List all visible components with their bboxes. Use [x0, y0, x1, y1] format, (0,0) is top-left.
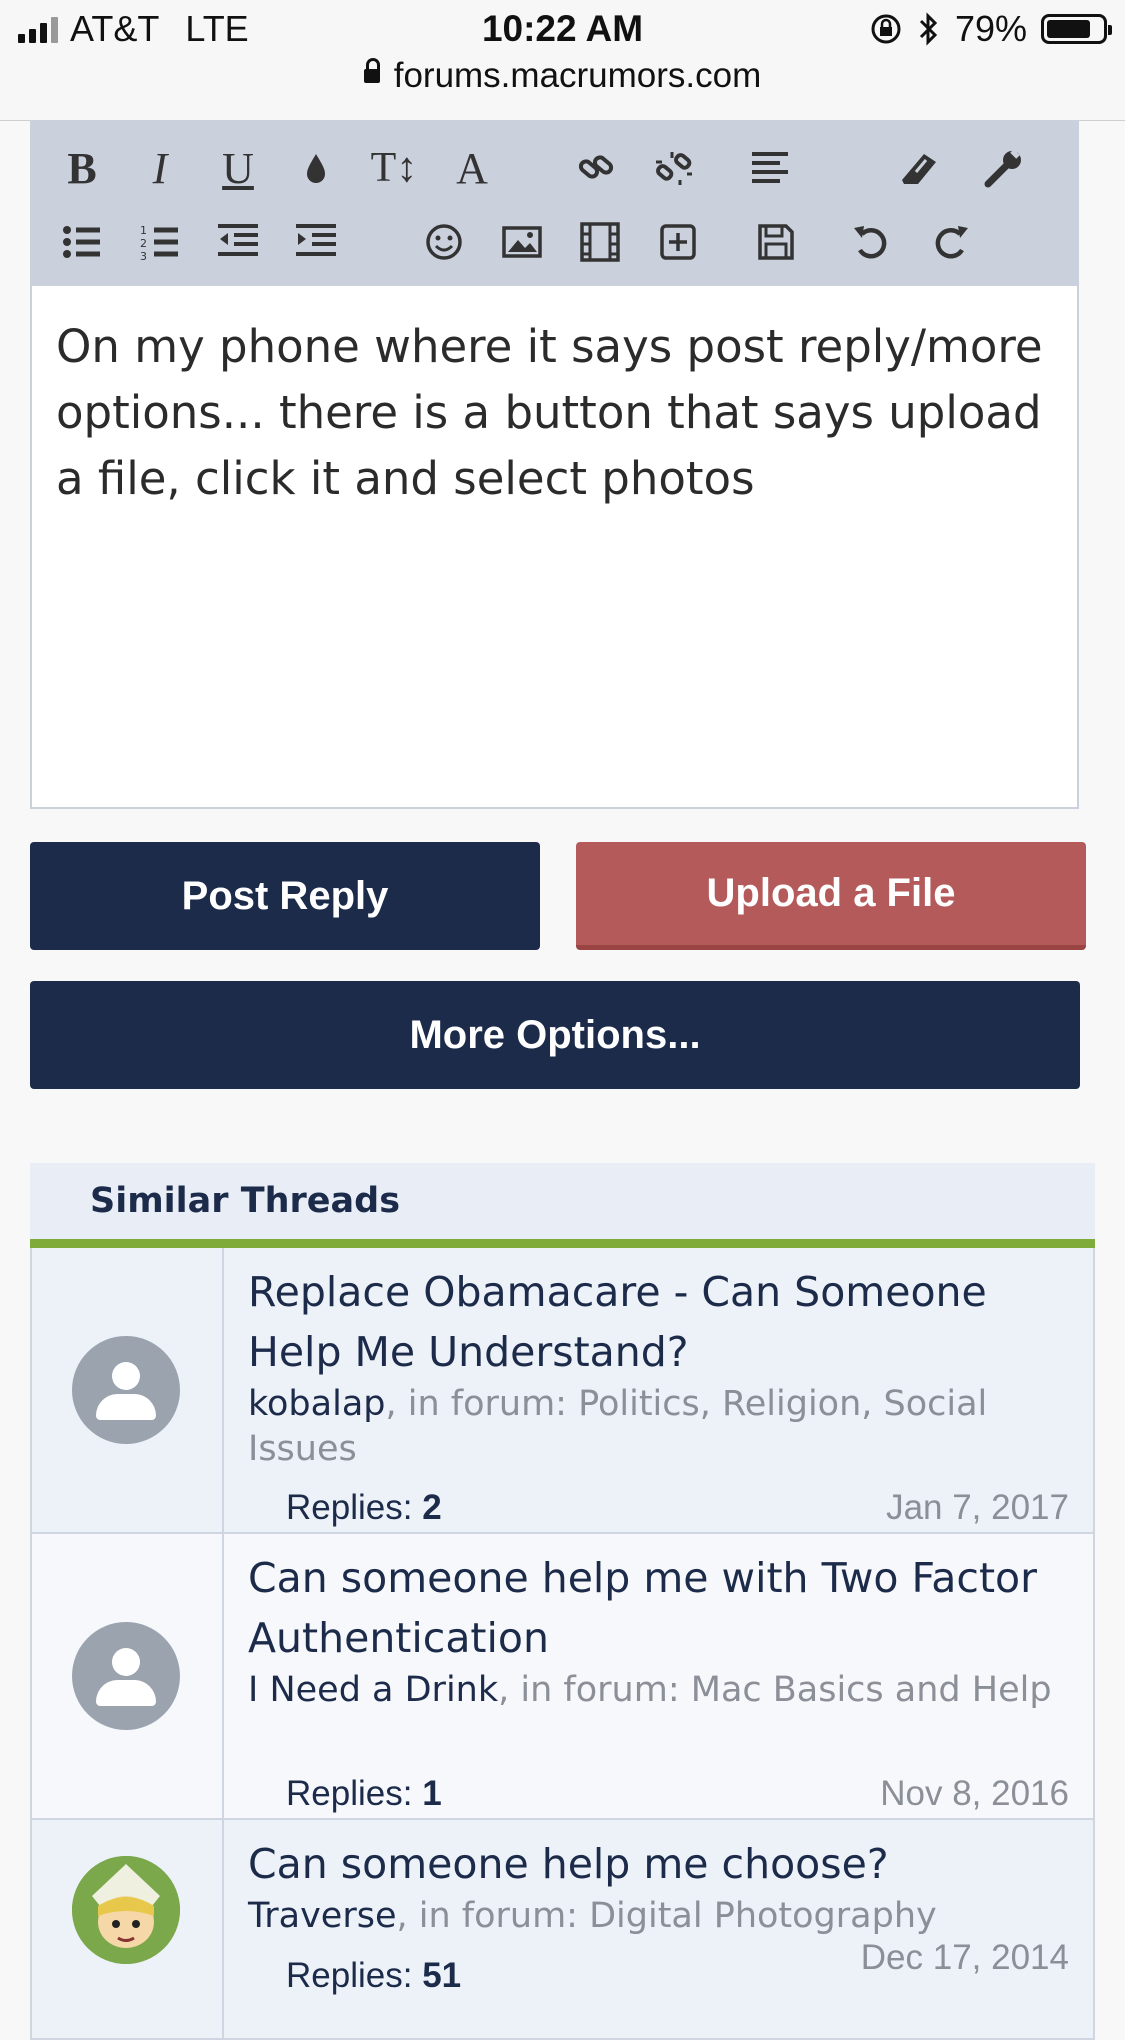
toolbar-row-2: 123: [30, 214, 1079, 278]
thread-content: Can someone help me with Two Factor Auth…: [248, 1548, 1069, 1713]
unlink-icon[interactable]: [646, 140, 702, 196]
image-icon[interactable]: [494, 214, 550, 270]
font-size-icon[interactable]: T↕: [366, 140, 422, 196]
cartoon-avatar-icon[interactable]: [72, 1856, 180, 1964]
thread-author[interactable]: I Need a Drink: [248, 1670, 498, 1710]
thread-title[interactable]: Replace Obamacare - Can Someone Help Me …: [248, 1262, 1069, 1382]
bullet-list-icon[interactable]: [54, 214, 110, 270]
link-icon[interactable]: [568, 140, 624, 196]
thread-date: Nov 8, 2016: [880, 1774, 1069, 1813]
replies-count: 2: [422, 1488, 442, 1527]
thread-meta: kobalap, in forum: Politics, Religion, S…: [248, 1382, 1069, 1472]
thread-avatar-column: [32, 1248, 224, 1532]
battery-percent: 79%: [954, 8, 1027, 49]
default-avatar-icon[interactable]: [72, 1622, 180, 1730]
thread-meta: Traverse, in forum: Digital Photography: [248, 1894, 1069, 1939]
eraser-icon[interactable]: [890, 140, 946, 196]
thread-author[interactable]: kobalap: [248, 1384, 386, 1424]
toolbar-row-1: B I U T↕ A: [30, 140, 1079, 204]
thread-avatar-column: [32, 1820, 224, 2038]
thread-title[interactable]: Can someone help me with Two Factor Auth…: [248, 1548, 1069, 1668]
thread-item[interactable]: Replace Obamacare - Can Someone Help Me …: [30, 1248, 1095, 1534]
thread-forum: , in forum: Mac Basics and Help: [498, 1670, 1052, 1710]
replies-label: Replies:: [286, 1488, 413, 1527]
thread-title[interactable]: Can someone help me choose?: [248, 1834, 1069, 1894]
message-editor[interactable]: On my phone where it says post reply/mor…: [30, 284, 1079, 809]
bold-icon[interactable]: B: [54, 140, 110, 196]
replies-count: 51: [422, 1956, 462, 1995]
editor-toolbar: B I U T↕ A 123: [30, 120, 1079, 284]
replies-label: Replies:: [286, 1956, 413, 1995]
svg-text:2: 2: [140, 237, 147, 250]
indent-icon[interactable]: [288, 214, 344, 270]
insert-icon[interactable]: [650, 214, 706, 270]
url-bar[interactable]: forums.macrumors.com: [0, 56, 1125, 96]
orientation-lock-icon: [871, 14, 901, 44]
smiley-icon[interactable]: [416, 214, 472, 270]
battery-icon: [1041, 14, 1112, 44]
svg-text:3: 3: [140, 250, 147, 263]
default-avatar-icon[interactable]: [72, 1336, 180, 1444]
thread-date: Jan 7, 2017: [886, 1488, 1069, 1527]
outdent-icon[interactable]: [210, 214, 266, 270]
replies-label: Replies:: [286, 1774, 413, 1813]
url-text: forums.macrumors.com: [393, 56, 762, 95]
text-color-icon[interactable]: [288, 140, 344, 196]
thread-replies: Replies: 1: [286, 1774, 442, 1814]
thread-item[interactable]: Can someone help me choose? Traverse, in…: [30, 1820, 1095, 2040]
thread-replies: Replies: 51: [286, 1956, 461, 1996]
redo-icon[interactable]: [922, 214, 978, 270]
thread-date: Dec 17, 2014: [860, 1938, 1069, 1977]
thread-avatar-column: [32, 1534, 224, 1818]
align-icon[interactable]: [742, 140, 798, 196]
italic-icon[interactable]: I: [132, 140, 188, 196]
underline-icon[interactable]: U: [210, 140, 266, 196]
bluetooth-icon: [919, 12, 938, 46]
post-reply-button[interactable]: Post Reply: [30, 842, 540, 950]
status-bar: AT&T LTE 10:22 AM 79% forums.macrumors.c…: [0, 0, 1125, 121]
thread-author[interactable]: Traverse: [248, 1896, 396, 1936]
thread-content: Can someone help me choose? Traverse, in…: [248, 1834, 1069, 1939]
save-draft-icon[interactable]: [748, 214, 804, 270]
thread-content: Replace Obamacare - Can Someone Help Me …: [248, 1262, 1069, 1472]
thread-item[interactable]: Can someone help me with Two Factor Auth…: [30, 1534, 1095, 1820]
status-right: 79%: [869, 8, 1112, 50]
upload-file-button[interactable]: Upload a File: [576, 842, 1086, 950]
thread-replies: Replies: 2: [286, 1488, 442, 1528]
similar-threads-section: Similar Threads Replace Obamacare - Can …: [30, 1163, 1095, 2040]
undo-icon[interactable]: [844, 214, 900, 270]
lock-icon: [363, 57, 380, 83]
thread-forum: , in forum: Digital Photography: [396, 1896, 937, 1936]
replies-count: 1: [422, 1774, 442, 1813]
media-icon[interactable]: [572, 214, 628, 270]
similar-threads-heading: Similar Threads: [30, 1163, 1095, 1248]
wrench-icon[interactable]: [976, 140, 1032, 196]
font-family-icon[interactable]: A: [444, 140, 500, 196]
thread-meta: I Need a Drink, in forum: Mac Basics and…: [248, 1668, 1069, 1713]
numbered-list-icon[interactable]: 123: [132, 214, 188, 270]
svg-text:1: 1: [140, 224, 147, 237]
more-options-button[interactable]: More Options...: [30, 981, 1080, 1089]
